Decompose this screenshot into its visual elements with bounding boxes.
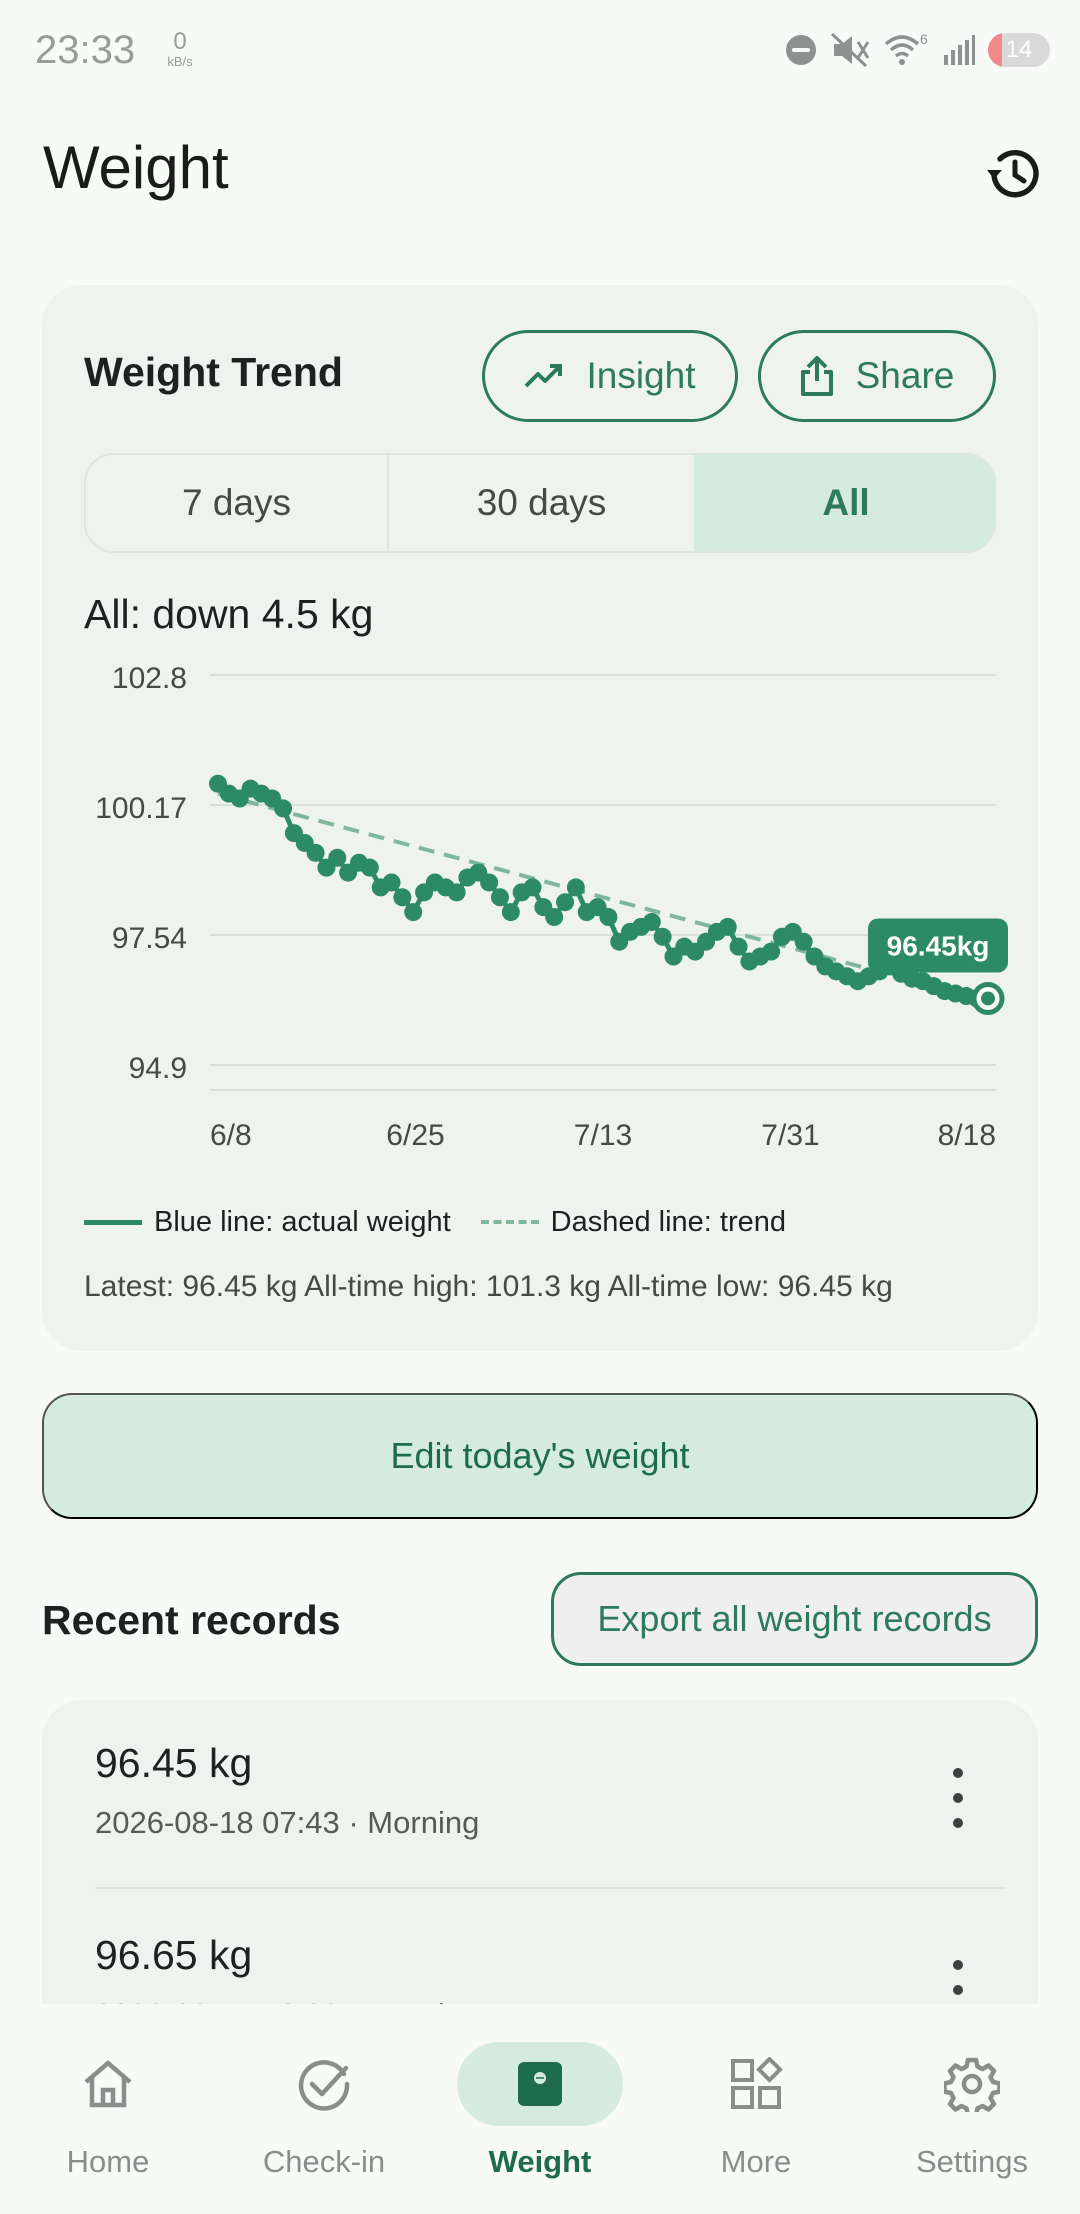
data-point: [566, 878, 585, 897]
data-point: [306, 843, 325, 862]
y-tick-label: 102.8: [112, 662, 187, 695]
trending-up-icon: [525, 364, 563, 388]
nav-weight[interactable]: Weight: [440, 2036, 640, 2196]
legend-solid-swatch: [84, 1219, 142, 1225]
check-circle-icon: [298, 2060, 350, 2111]
nav-check-in-label: Check-in: [262, 2144, 386, 2179]
bottom-navigation: Home Check-in Weight More Settings: [0, 2004, 1080, 2214]
nav-home[interactable]: Home: [8, 2036, 208, 2196]
x-tick-label: 6/25: [386, 1119, 444, 1152]
share-button[interactable]: Share: [758, 330, 996, 422]
x-tick-label: 7/13: [574, 1119, 632, 1152]
data-point: [328, 848, 347, 867]
page-title: Weight: [43, 134, 229, 201]
chart-legend: Blue line: actual weight Dashed line: tr…: [84, 1202, 786, 1242]
data-point: [523, 878, 542, 897]
network-speed-value: 0: [173, 28, 187, 55]
export-records-button[interactable]: Export all weight records: [551, 1572, 1038, 1666]
legend-dashed-swatch: [480, 1220, 539, 1224]
nav-more[interactable]: More: [656, 2036, 856, 2196]
data-point: [545, 908, 564, 927]
y-tick-label: 100.17: [95, 792, 187, 825]
share-label: Share: [855, 355, 955, 396]
data-point: [274, 799, 293, 818]
data-point: [480, 873, 499, 892]
nav-home-label: Home: [66, 2144, 150, 2179]
apps-icon: [731, 2057, 783, 2109]
y-tick-label: 97.54: [112, 922, 187, 955]
wifi-icon: 6: [884, 32, 928, 65]
x-tick-label: 7/31: [761, 1119, 819, 1152]
scale-icon: [518, 2062, 562, 2106]
status-time: 23:33: [35, 28, 136, 72]
recent-records-title: Recent records: [42, 1597, 341, 1643]
nav-weight-label: Weight: [488, 2144, 592, 2179]
record-meta: 2026-08-18 07:43 · Morning: [95, 1805, 480, 1840]
nav-more-label: More: [720, 2144, 792, 2179]
data-point: [490, 888, 509, 907]
record-weight: 96.45 kg: [95, 1740, 253, 1786]
data-point: [556, 893, 575, 912]
nav-settings-label: Settings: [915, 2144, 1028, 2179]
insight-button[interactable]: Insight: [482, 330, 738, 422]
weight-screen: 23:33 0 kB/s 6 14 Weight Weight Trend In…: [0, 0, 1080, 2214]
share-icon: [800, 356, 833, 396]
tab-30-days[interactable]: 30 days: [389, 455, 694, 551]
data-point: [729, 937, 748, 956]
legend-actual: Blue line: actual weight: [154, 1205, 451, 1238]
data-point: [653, 927, 672, 946]
history-button[interactable]: [978, 138, 1050, 210]
tab-7-days[interactable]: 7 days: [86, 455, 389, 551]
nav-check-in[interactable]: Check-in: [224, 2036, 424, 2196]
y-tick-label: 94.9: [129, 1052, 187, 1085]
data-point: [360, 858, 379, 877]
legend-trend: Dashed line: trend: [550, 1205, 787, 1238]
data-point: [794, 932, 813, 951]
battery-icon: 14: [988, 33, 1050, 67]
mute-icon: [830, 32, 870, 68]
range-tabs: 7 days 30 days All: [84, 453, 996, 553]
tab-all[interactable]: All: [694, 455, 994, 551]
latest-point-dot: [981, 991, 995, 1006]
x-tick-label: 6/8: [210, 1119, 252, 1152]
status-icons: 6 14: [784, 30, 1050, 70]
nav-settings[interactable]: Settings: [872, 2036, 1072, 2196]
data-point: [382, 873, 401, 892]
data-point: [447, 883, 466, 902]
latest-value-label: 96.45kg: [887, 930, 990, 961]
data-point: [501, 903, 520, 922]
weight-stats: Latest: 96.45 kg All-time high: 101.3 kg…: [84, 1270, 893, 1303]
x-tick-label: 8/18: [938, 1119, 996, 1152]
data-point: [404, 903, 423, 922]
data-point: [599, 908, 618, 927]
data-point: [642, 912, 661, 931]
weight-trend-card: Weight Trend Insight Share 7 days 30 day…: [42, 285, 1038, 1351]
data-point: [393, 888, 412, 907]
battery-level: 14: [1005, 36, 1033, 63]
status-bar: 23:33 0 kB/s 6 14: [0, 0, 1080, 100]
wifi-badge: 6: [920, 32, 928, 47]
divider: [95, 1887, 1005, 1889]
do-not-disturb-icon: [786, 35, 816, 65]
home-icon: [84, 2060, 132, 2108]
weight-chart: 102.8 100.17 97.54 94.9 6/8 6/25 7/13 7/31 8/18 9…: [95, 662, 1008, 1152]
signal-icon: [944, 35, 975, 65]
network-speed: 0 kB/s: [160, 28, 200, 70]
list-item[interactable]: 96.45 kg 2026-08-18 07:43 · Morning: [42, 1700, 1038, 1890]
trend-summary: All: down 4.5 kg: [84, 591, 374, 637]
history-icon: [987, 150, 1039, 198]
edit-today-weight-button[interactable]: Edit today's weight: [42, 1393, 1038, 1519]
data-point: [718, 917, 737, 936]
more-vert-icon[interactable]: [938, 1768, 978, 1828]
card-title: Weight Trend: [84, 349, 343, 395]
data-point: [762, 942, 781, 961]
network-speed-unit: kB/s: [167, 54, 193, 69]
record-weight: 96.65 kg: [95, 1932, 253, 1978]
insight-label: Insight: [586, 355, 696, 396]
gear-icon: [944, 2057, 1000, 2112]
